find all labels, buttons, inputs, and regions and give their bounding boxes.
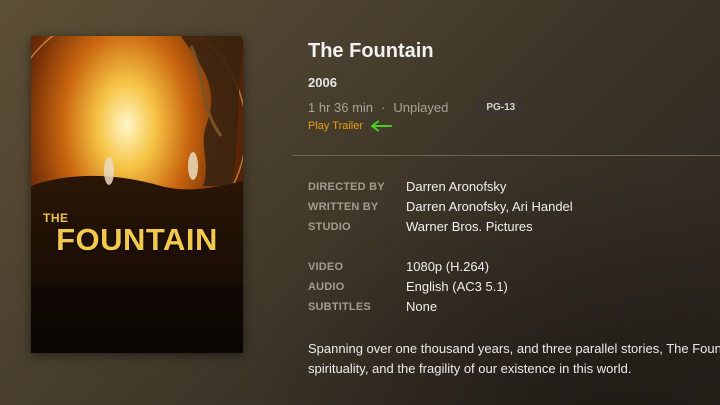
subtitles-value[interactable]: None [406, 297, 437, 317]
watch-status: Unplayed [393, 100, 449, 115]
movie-poster[interactable]: THE FOUNTAIN [31, 36, 243, 353]
movie-summary: Spanning over one thousand years, and th… [308, 339, 720, 379]
trailer-row: Play Trailer [308, 120, 393, 132]
audio-value[interactable]: English (AC3 5.1) [406, 277, 508, 297]
audio-label: AUDIO [308, 281, 345, 293]
meta-line: 1 hr 36 min · Unplayed PG-13 [308, 100, 524, 115]
release-year: 2006 [308, 75, 337, 90]
meta-separator: · [381, 100, 386, 115]
duration: 1 hr 36 min [308, 100, 374, 115]
credits-section: DIRECTED BY Darren Aronofsky WRITTEN BY … [308, 177, 573, 237]
studio-row: STUDIO Warner Bros. Pictures [308, 217, 573, 237]
summary-line-2: spirituality, and the fragility of our e… [308, 361, 632, 376]
video-label: VIDEO [308, 261, 344, 273]
written-by-label: WRITTEN BY [308, 201, 379, 213]
video-value[interactable]: 1080p (H.264) [406, 257, 489, 277]
poster-artwork [31, 36, 243, 353]
movie-title: The Fountain [308, 40, 434, 62]
poster-title: THE FOUNTAIN [31, 212, 243, 255]
left-arrow-icon [371, 120, 393, 132]
section-divider [292, 155, 720, 156]
video-row: VIDEO 1080p (H.264) [308, 257, 508, 277]
studio-label: STUDIO [308, 221, 351, 233]
media-info-section: VIDEO 1080p (H.264) AUDIO English (AC3 5… [308, 257, 508, 317]
summary-line-1: Spanning over one thousand years, and th… [308, 341, 720, 356]
play-trailer-link[interactable]: Play Trailer [308, 120, 363, 132]
written-by-row: WRITTEN BY Darren Aronofsky, Ari Handel [308, 197, 573, 217]
audio-row: AUDIO English (AC3 5.1) [308, 277, 508, 297]
writers-value[interactable]: Darren Aronofsky, Ari Handel [406, 197, 573, 217]
subtitles-label: SUBTITLES [308, 301, 371, 313]
directed-by-label: DIRECTED BY [308, 181, 385, 193]
subtitles-row: SUBTITLES None [308, 297, 508, 317]
poster-title-main: FOUNTAIN [56, 222, 218, 257]
director-value[interactable]: Darren Aronofsky [406, 177, 506, 197]
directed-by-row: DIRECTED BY Darren Aronofsky [308, 177, 573, 197]
studio-value[interactable]: Warner Bros. Pictures [406, 217, 533, 237]
content-rating-badge: PG-13 [478, 100, 524, 115]
